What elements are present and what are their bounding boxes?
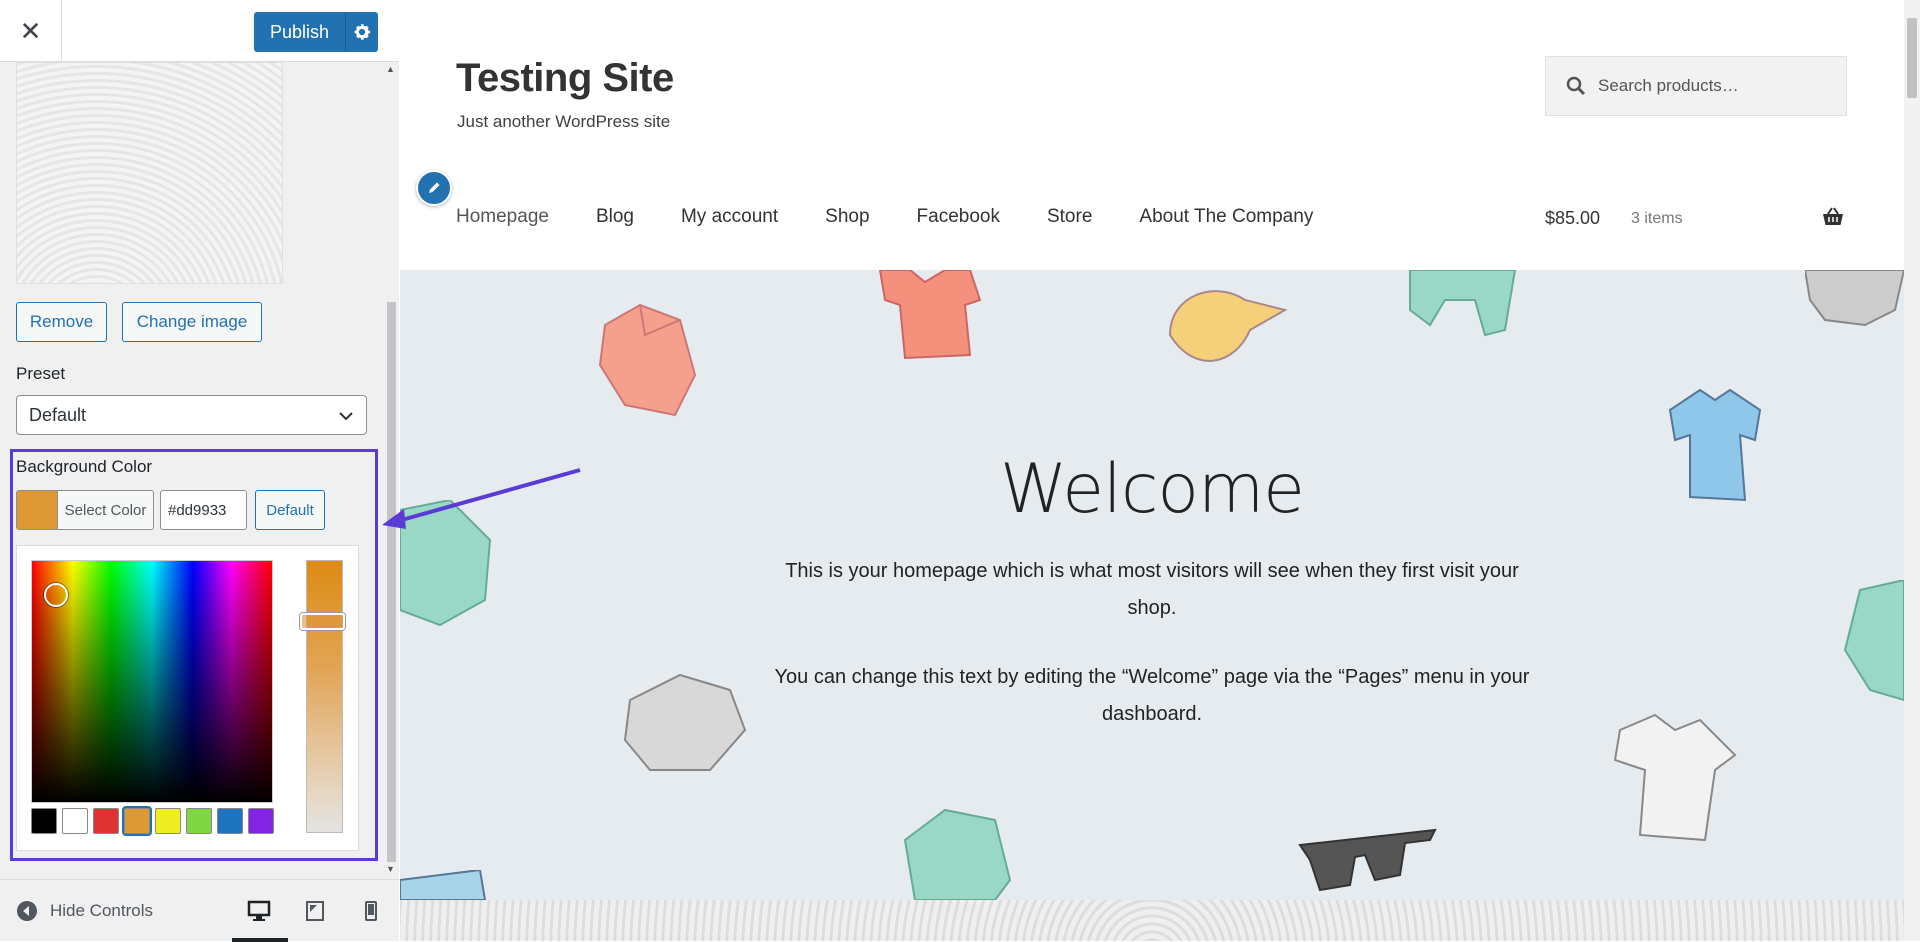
publish-group: Publish [254,12,378,52]
background-texture-strip [400,900,1904,941]
collapse-arrow-icon [17,901,37,921]
remove-image-button[interactable]: Remove [16,302,107,342]
gear-icon [354,24,371,40]
nav-item-facebook[interactable]: Facebook [917,206,1000,228]
change-image-button[interactable]: Change image [122,302,262,342]
scroll-up-icon[interactable]: ▲ [386,64,395,74]
preview-scrollbar-thumb[interactable] [1907,18,1917,98]
hoodie-gray-illustration [1805,270,1904,327]
publish-button[interactable]: Publish [254,12,346,52]
scrollbar-thumb[interactable] [387,302,396,862]
site-tagline: Just another WordPress site [457,112,671,131]
scroll-down-icon[interactable]: ▼ [386,864,395,874]
tshirt-illustration [878,270,982,360]
tshirt-white-illustration [1613,713,1737,842]
preset-select[interactable]: Default [16,395,367,435]
nav-item-shop[interactable]: Shop [825,206,869,228]
welcome-heading: Welcome [999,450,1305,529]
close-customizer-button[interactable]: ✕ [0,0,62,62]
nav-item-store[interactable]: Store [1047,206,1092,228]
jacket-illustration [1409,270,1517,337]
nav-item-my-account[interactable]: My account [681,206,778,228]
hoodie-illustration [598,303,697,417]
search-icon [1566,76,1586,96]
hoodie-mint-illustration [1843,580,1904,702]
hoodie-teal-illustration [903,808,1012,900]
site-preview: Testing Site Just another WordPress site… [400,0,1904,941]
annotation-arrow [382,468,581,529]
annotation-highlight-box [10,449,378,861]
preview-desktop-button[interactable] [246,898,272,924]
nav-item-homepage[interactable]: Homepage [456,206,549,228]
welcome-paragraph-2: You can change this text by editing the … [774,666,1530,725]
publish-settings-button[interactable] [346,12,378,52]
preset-label: Preset [16,364,66,383]
hide-controls-button[interactable]: Hide Controls [16,900,153,922]
customizer-sidebar: ✕ Publish Remove Change image Preset Def… [0,0,399,942]
customizer-footer: Hide Controls [0,879,399,942]
basket-icon[interactable] [1822,207,1844,227]
search-placeholder: Search products… [1598,76,1739,95]
customizer-panel: Remove Change image Preset Default Backg… [0,62,384,879]
welcome-paragraph-1: This is your homepage which is what most… [785,560,1519,619]
cap-illustration [1168,290,1288,362]
sunglasses-illustration [1298,828,1437,892]
cart-item-count[interactable]: 3 items [1631,210,1683,228]
customizer-header: ✕ Publish [0,0,399,62]
nav-item-blog[interactable]: Blog [596,206,634,228]
close-icon: ✕ [19,15,42,46]
desktop-icon [247,900,271,921]
active-device-indicator [232,938,288,942]
hoodie-gray2-illustration [623,673,747,771]
search-input[interactable]: Search products… [1545,56,1847,116]
preview-tablet-button[interactable] [302,898,328,924]
preset-value: Default [29,404,87,425]
hide-controls-label: Hide Controls [50,901,153,920]
pencil-icon [429,182,440,193]
edit-menu-shortcut[interactable] [416,170,452,206]
site-title[interactable]: Testing Site [456,56,674,101]
cart-total[interactable]: $85.00 [1545,208,1600,229]
background-image-preview [16,62,283,284]
chevron-down-icon [339,412,353,421]
preview-mobile-button[interactable] [358,898,384,924]
tablet-icon [306,901,324,921]
nav-item-about-the-company[interactable]: About The Company [1139,206,1313,228]
mobile-icon [365,901,377,921]
preview-scrollbar[interactable] [1904,0,1920,941]
shorts-illustration [400,870,487,900]
primary-navigation: Homepage Blog My account Shop Facebook S… [456,206,1360,228]
